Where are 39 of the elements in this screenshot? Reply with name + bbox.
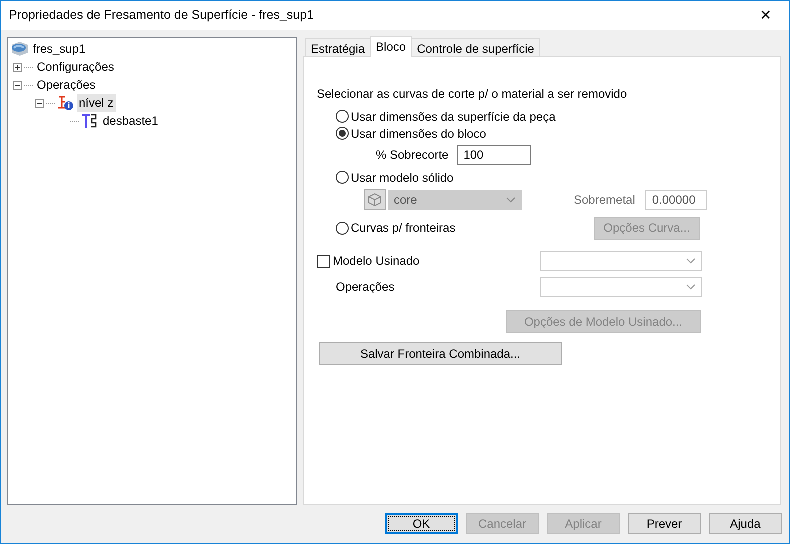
dialog-button[interactable]: OK [385, 513, 458, 534]
tree-item[interactable]: desbaste1 [101, 112, 160, 130]
option-label[interactable]: Curvas p/ fronteiras [351, 219, 456, 237]
overcut-field[interactable]: 100 [456, 145, 531, 165]
tab[interactable]: Controle de superfície [411, 38, 540, 56]
overcut-label: % Sobrecorte [376, 147, 449, 164]
radio-button[interactable] [336, 222, 349, 234]
window-title: Propriedades de Fresamento de Superfície - fres_sup1 [9, 7, 316, 24]
option-label[interactable]: Usar dimensões do bloco [351, 124, 486, 142]
operations-label: Operações [336, 279, 395, 296]
chevron-icon [686, 284, 696, 290]
heading-label: Selecionar as curvas de corte p/ o material a ser removido [317, 86, 628, 103]
model-icon [11, 41, 29, 57]
option-label[interactable]: Usar dimensões da superfície da peça [351, 108, 556, 126]
save-boundary-button[interactable]: Salvar Fronteira Combinada... [319, 342, 562, 365]
expander-icon[interactable] [13, 62, 22, 72]
checkbox[interactable] [317, 254, 330, 268]
expander-icon[interactable] [35, 98, 44, 108]
stock-label: Sobremetal [574, 192, 636, 208]
radio-button[interactable] [336, 110, 349, 123]
close-button[interactable]: ✕ [743, 1, 789, 30]
radio-button[interactable] [336, 171, 349, 184]
tab[interactable]: Bloco [370, 36, 412, 57]
dialog-button[interactable]: Prever [628, 513, 701, 534]
operation-icon [57, 95, 75, 111]
tree-item[interactable]: nível z [77, 94, 116, 112]
expander-icon[interactable] [13, 80, 22, 90]
chevron-icon [686, 258, 696, 264]
option-label[interactable]: Usar modelo sólido [351, 168, 454, 186]
checkbox-label[interactable]: Modelo Usinado [333, 252, 420, 270]
tree-item[interactable]: Operações [35, 76, 98, 94]
radio-button[interactable] [336, 127, 349, 140]
model-picker-icon[interactable] [364, 189, 386, 210]
toolpath-icon [81, 113, 99, 129]
tree-item[interactable]: Configurações [35, 58, 116, 76]
chevron-icon [506, 196, 516, 202]
tab[interactable]: Estratégia [305, 38, 372, 56]
tree-item[interactable]: fres_sup1 [31, 40, 88, 58]
dialog-button[interactable]: Ajuda [709, 513, 782, 534]
